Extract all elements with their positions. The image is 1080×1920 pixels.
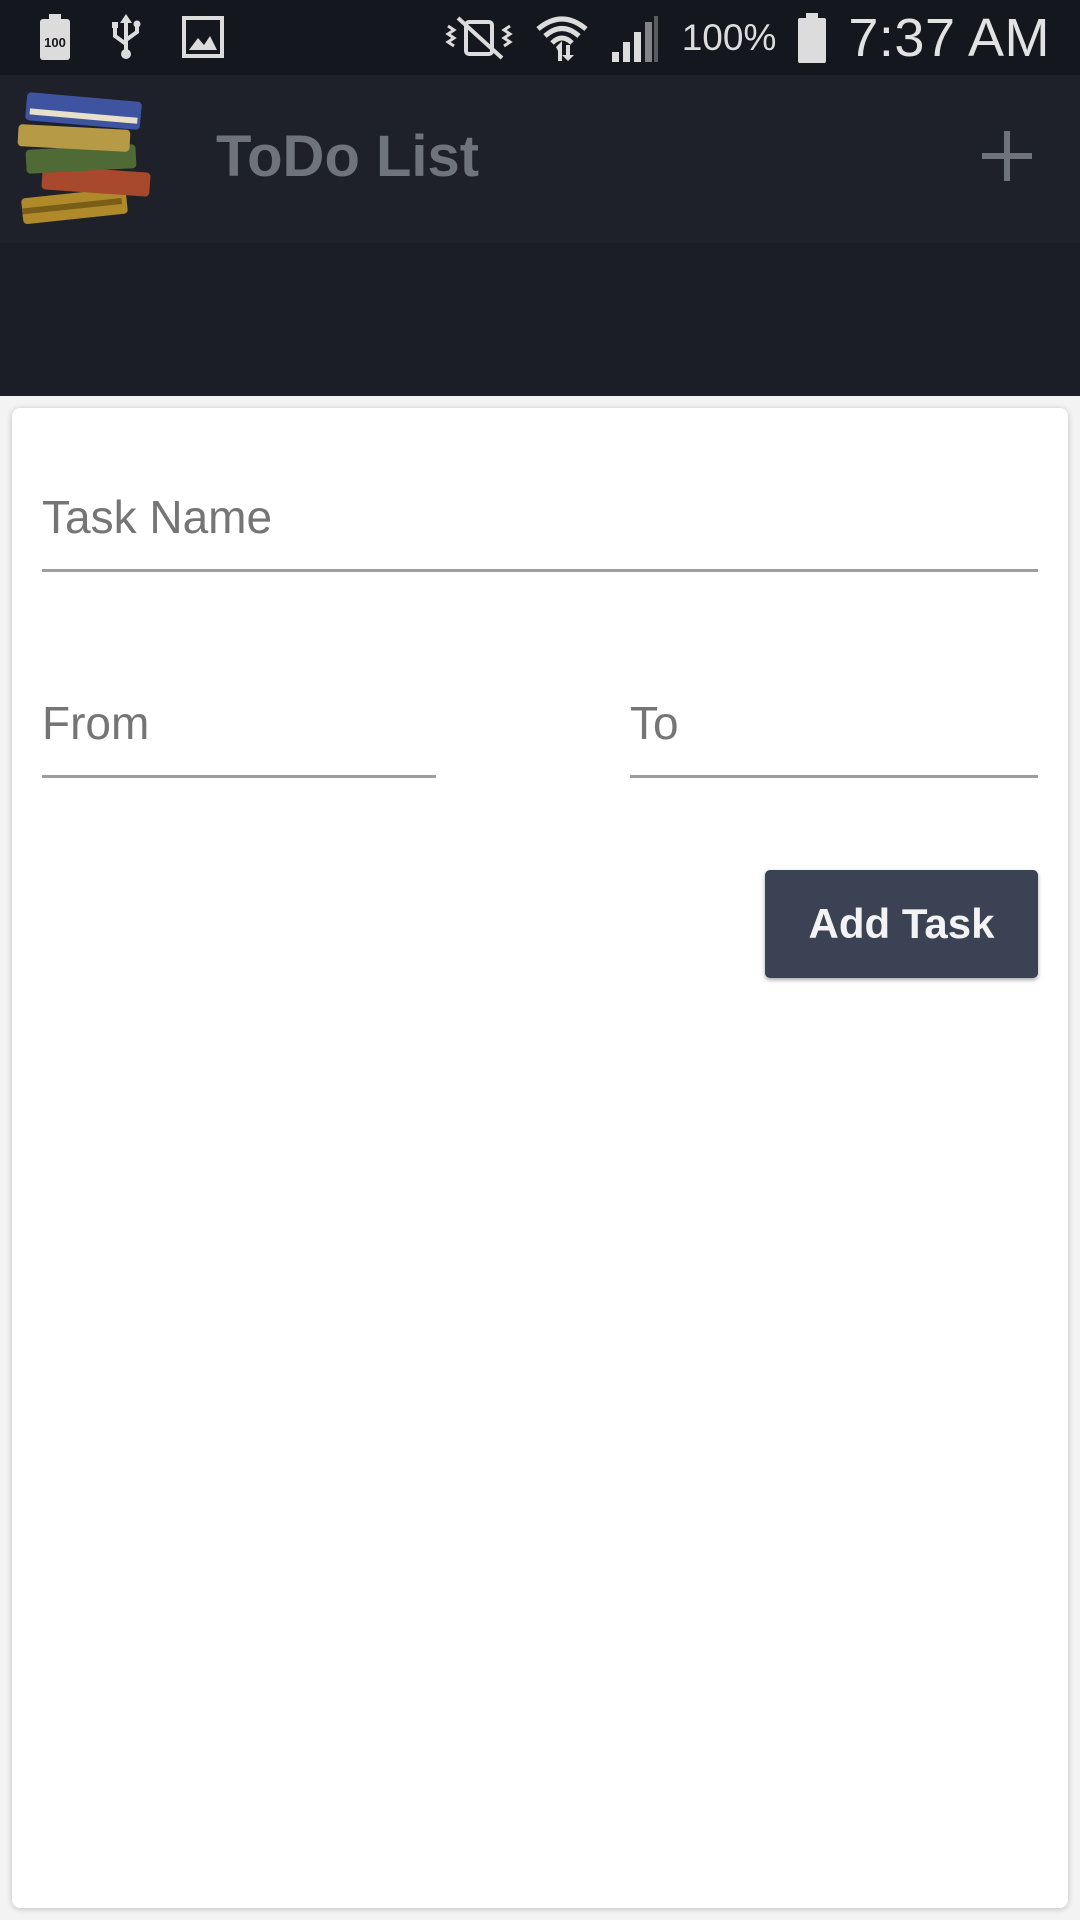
status-bar-notifications: 100	[40, 12, 224, 62]
clock: 7:37 AM	[848, 7, 1050, 68]
app-bar: ToDo List	[0, 75, 1080, 243]
task-name-field	[42, 478, 1038, 572]
status-bar: 100 100% 7:37 AM	[0, 0, 1080, 75]
to-field	[630, 684, 1038, 778]
app-title: ToDo List	[216, 124, 480, 189]
battery-icon	[798, 12, 827, 63]
cell-signal-icon	[610, 14, 660, 62]
add-task-form-card: Add Task	[12, 408, 1068, 1908]
add-task-button[interactable]: Add Task	[765, 870, 1038, 978]
image-icon	[182, 16, 224, 58]
from-field	[42, 684, 436, 778]
battery-saver-icon: 100	[40, 14, 70, 60]
app-bar-extension	[0, 243, 1080, 396]
wifi-icon	[536, 13, 588, 63]
battery-percent: 100%	[681, 16, 777, 58]
from-input[interactable]	[42, 684, 436, 778]
books-stack-icon	[12, 83, 157, 233]
to-input[interactable]	[630, 684, 1038, 778]
vibrate-mute-icon	[444, 16, 514, 60]
svg-text:100: 100	[44, 35, 66, 50]
usb-icon	[110, 14, 142, 60]
plus-icon[interactable]	[978, 127, 1036, 185]
status-bar-system: 100% 7:37 AM	[444, 0, 1050, 75]
task-name-input[interactable]	[42, 478, 1038, 572]
